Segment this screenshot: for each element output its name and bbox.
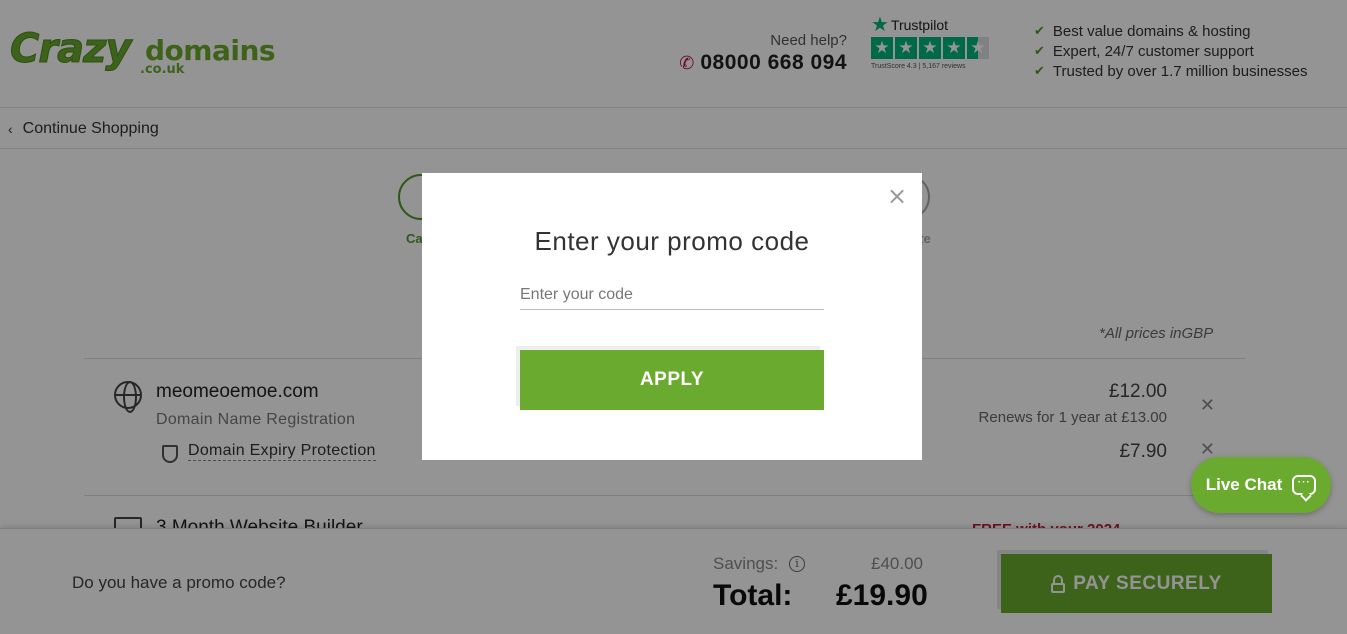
close-icon[interactable]: × xyxy=(886,184,908,208)
chat-bubble-icon: ··· xyxy=(1292,475,1317,495)
live-chat-button[interactable]: Live Chat ··· xyxy=(1191,457,1331,513)
promo-code-input[interactable] xyxy=(520,280,824,310)
apply-button[interactable]: APPLY xyxy=(520,350,824,410)
live-chat-label: Live Chat xyxy=(1205,475,1283,494)
promo-code-modal: × Enter your promo code APPLY xyxy=(422,173,922,460)
modal-title: Enter your promo code xyxy=(534,226,810,256)
